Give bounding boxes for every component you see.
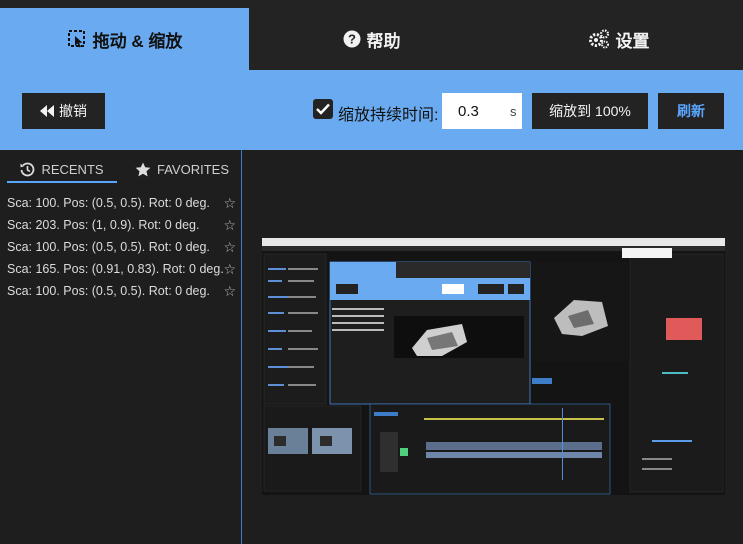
recents-list: Sca: 100. Pos: (0.5, 0.5). Rot: 0 deg. ☆… bbox=[0, 192, 241, 302]
duration-field: s bbox=[442, 93, 522, 129]
list-item-text: Sca: 203. Pos: (1, 0.9). Rot: 0 deg. bbox=[7, 218, 200, 232]
checkmark-icon bbox=[316, 103, 330, 115]
panel-divider bbox=[241, 150, 242, 544]
star-outline-icon[interactable]: ☆ bbox=[223, 239, 236, 256]
zoom-100-label: 缩放到 100% bbox=[549, 103, 631, 119]
refresh-button[interactable]: 刷新 bbox=[658, 93, 724, 129]
preview-thumbnail[interactable] bbox=[262, 238, 725, 495]
list-item[interactable]: Sca: 165. Pos: (0.91, 0.83). Rot: 0 deg.… bbox=[0, 258, 241, 280]
tab-label: 设置 bbox=[615, 31, 650, 51]
tab-recents-label: RECENTS bbox=[41, 161, 104, 177]
gears-icon bbox=[588, 29, 610, 49]
undo-button[interactable]: 撤销 bbox=[22, 93, 105, 129]
list-item[interactable]: Sca: 100. Pos: (0.5, 0.5). Rot: 0 deg. ☆ bbox=[0, 236, 241, 258]
star-outline-icon[interactable]: ☆ bbox=[223, 217, 236, 234]
tab-recents[interactable]: RECENTS bbox=[7, 157, 117, 183]
undo-label: 撤销 bbox=[59, 103, 87, 119]
list-item[interactable]: Sca: 100. Pos: (0.5, 0.5). Rot: 0 deg. ☆ bbox=[0, 280, 241, 302]
zoom-100-button[interactable]: 缩放到 100% bbox=[532, 93, 648, 129]
history-panel: RECENTS FAVORITES Sca: 100. Pos: (0.5, 0… bbox=[0, 150, 241, 544]
tab-drag-zoom[interactable]: 拖动 & 缩放 bbox=[0, 8, 249, 70]
refresh-label: 刷新 bbox=[677, 103, 705, 119]
rewind-icon bbox=[40, 105, 54, 117]
tab-label: 帮助 bbox=[366, 31, 401, 51]
star-outline-icon[interactable]: ☆ bbox=[223, 283, 236, 300]
svg-text:?: ? bbox=[348, 32, 356, 47]
list-item-text: Sca: 100. Pos: (0.5, 0.5). Rot: 0 deg. bbox=[7, 196, 210, 210]
star-filled-icon bbox=[135, 162, 151, 177]
preview-image bbox=[262, 238, 725, 495]
list-item-text: Sca: 100. Pos: (0.5, 0.5). Rot: 0 deg. bbox=[7, 240, 210, 254]
list-item[interactable]: Sca: 203. Pos: (1, 0.9). Rot: 0 deg. ☆ bbox=[0, 214, 241, 236]
tab-help[interactable]: ? 帮助 bbox=[249, 8, 494, 70]
tab-favorites[interactable]: FAVORITES bbox=[135, 157, 231, 181]
duration-unit: s bbox=[510, 103, 517, 119]
duration-label: 缩放持续时间: bbox=[338, 107, 439, 124]
list-item[interactable]: Sca: 100. Pos: (0.5, 0.5). Rot: 0 deg. ☆ bbox=[0, 192, 241, 214]
duration-checkbox[interactable] bbox=[313, 99, 333, 119]
tab-favorites-label: FAVORITES bbox=[157, 161, 229, 177]
toolbar: 撤销 缩放持续时间: s 缩放到 100% 刷新 bbox=[0, 70, 743, 150]
list-item-text: Sca: 165. Pos: (0.91, 0.83). Rot: 0 deg. bbox=[7, 262, 224, 276]
history-icon bbox=[20, 162, 35, 177]
star-outline-icon[interactable]: ☆ bbox=[223, 195, 236, 212]
duration-input[interactable] bbox=[456, 101, 506, 121]
help-icon: ? bbox=[343, 30, 361, 48]
tab-bar: 拖动 & 缩放 ? 帮助 设置 bbox=[0, 0, 743, 70]
tab-label: 拖动 & 缩放 bbox=[92, 31, 183, 51]
drag-zoom-icon bbox=[67, 29, 87, 49]
star-outline-icon[interactable]: ☆ bbox=[223, 261, 236, 278]
list-item-text: Sca: 100. Pos: (0.5, 0.5). Rot: 0 deg. bbox=[7, 284, 210, 298]
tab-settings[interactable]: 设置 bbox=[494, 8, 743, 70]
